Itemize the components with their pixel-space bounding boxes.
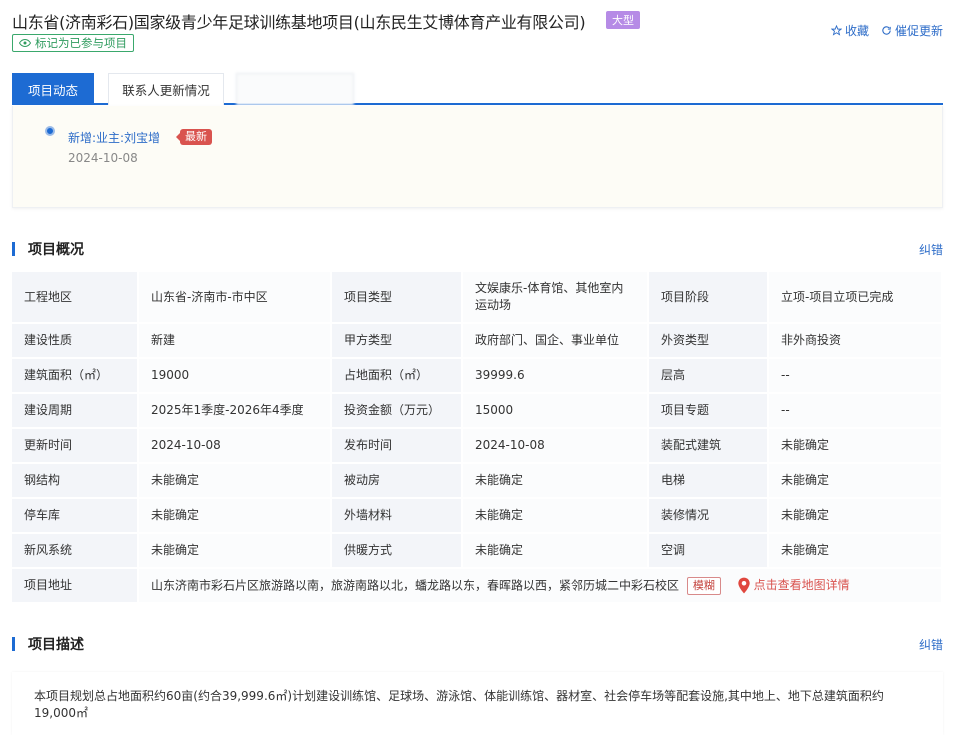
field-label: 更新时间 [12, 429, 139, 464]
field-label: 电梯 [649, 464, 769, 499]
address-cell: 山东济南市彩石片区旅游路以南，旅游南路以北，蟠龙路以东，春晖路以西，紧邻历城二中… [139, 569, 943, 604]
field-value: 2024-10-08 [139, 429, 332, 464]
table-row: 停车库 未能确定 外墙材料 未能确定 装修情况 未能确定 [12, 499, 943, 534]
update-item-date: 2024-10-08 [68, 151, 138, 165]
title-actions: 收藏 催促更新 [830, 22, 943, 39]
field-label: 供暖方式 [332, 534, 463, 569]
field-label: 装配式建筑 [649, 429, 769, 464]
field-label: 项目类型 [332, 272, 463, 324]
title-row: 山东省(济南彩石)国家级青少年足球训练基地项目(山东民生艾博体育产业有限公司) … [12, 9, 947, 38]
new-badge: 最新 [176, 129, 212, 145]
refresh-icon [882, 26, 891, 35]
field-label: 外墙材料 [332, 499, 463, 534]
field-value: 未能确定 [769, 429, 943, 464]
tab-blurred[interactable] [236, 73, 354, 105]
project-updates-panel: 新增:业主:刘宝增 最新 2024-10-08 [12, 106, 943, 208]
field-value: 未能确定 [139, 534, 332, 569]
field-value: 文娱康乐-体育馆、其他室内运动场 [463, 272, 649, 324]
map-pin-icon [738, 577, 750, 594]
description-section-title: 项目描述 [12, 634, 84, 654]
field-label: 被动房 [332, 464, 463, 499]
project-size-tag: 大型 [606, 11, 640, 29]
field-value: 39999.6 [463, 359, 649, 394]
field-value: 未能确定 [463, 534, 649, 569]
field-value: 未能确定 [139, 499, 332, 534]
fuzzy-badge[interactable]: 模糊 [686, 576, 721, 595]
table-row: 工程地区 山东省-济南市-市中区 项目类型 文娱康乐-体育馆、其他室内运动场 项… [12, 272, 943, 324]
field-label: 项目阶段 [649, 272, 769, 324]
overview-fix-link[interactable]: 纠错 [919, 241, 943, 258]
field-value: 未能确定 [769, 499, 943, 534]
mark-participated-button[interactable]: 标记为已参与项目 [12, 34, 134, 52]
favorite-button[interactable]: 收藏 [830, 22, 869, 39]
table-row: 更新时间 2024-10-08 发布时间 2024-10-08 装配式建筑 未能… [12, 429, 943, 464]
mark-participated-label: 标记为已参与项目 [35, 36, 127, 50]
table-row-address: 项目地址 山东济南市彩石片区旅游路以南，旅游南路以北，蟠龙路以东，春晖路以西，紧… [12, 569, 943, 604]
table-row: 建设周期 2025年1季度-2026年4季度 投资金额（万元） 15000 项目… [12, 394, 943, 429]
field-value: 未能确定 [769, 534, 943, 569]
eye-icon [19, 38, 31, 48]
page-title: 山东省(济南彩石)国家级青少年足球训练基地项目(山东民生艾博体育产业有限公司) [12, 13, 586, 32]
tab-bar: 项目动态 联系人更新情况 [12, 73, 943, 105]
star-outline-icon [830, 25, 842, 36]
field-value: 政府部门、国企、事业单位 [463, 324, 649, 359]
field-label: 层高 [649, 359, 769, 394]
field-label: 建设周期 [12, 394, 139, 429]
urge-update-button[interactable]: 催促更新 [881, 22, 943, 39]
description-fix-link[interactable]: 纠错 [919, 636, 943, 653]
field-value: 19000 [139, 359, 332, 394]
field-label: 外资类型 [649, 324, 769, 359]
description-panel: 本项目规划总占地面积约60亩(约合39,999.6㎡)计划建设训练馆、足球场、游… [12, 672, 943, 735]
field-label: 发布时间 [332, 429, 463, 464]
field-label: 空调 [649, 534, 769, 569]
update-item-text[interactable]: 新增:业主:刘宝增 [68, 129, 160, 146]
view-map-label: 点击查看地图详情 [753, 578, 850, 592]
favorite-label: 收藏 [844, 24, 869, 38]
field-label: 建设性质 [12, 324, 139, 359]
field-value: 未能确定 [769, 464, 943, 499]
description-text: 本项目规划总占地面积约60亩(约合39,999.6㎡)计划建设训练馆、足球场、游… [34, 689, 884, 720]
field-label: 占地面积（㎡） [332, 359, 463, 394]
field-label: 新风系统 [12, 534, 139, 569]
urge-update-label: 催促更新 [894, 24, 943, 38]
overview-table: 工程地区 山东省-济南市-市中区 项目类型 文娱康乐-体育馆、其他室内运动场 项… [12, 272, 943, 604]
timeline-dot [45, 126, 55, 136]
field-value: 未能确定 [463, 499, 649, 534]
field-label: 钢结构 [12, 464, 139, 499]
field-value: 未能确定 [463, 464, 649, 499]
table-row: 建筑面积（㎡） 19000 占地面积（㎡） 39999.6 层高 -- [12, 359, 943, 394]
field-value: -- [769, 359, 943, 394]
field-value: 非外商投资 [769, 324, 943, 359]
table-row: 新风系统 未能确定 供暖方式 未能确定 空调 未能确定 [12, 534, 943, 569]
overview-section-title: 项目概况 [12, 239, 84, 259]
address-label: 项目地址 [12, 569, 139, 604]
table-row: 建设性质 新建 甲方类型 政府部门、国企、事业单位 外资类型 非外商投资 [12, 324, 943, 359]
field-value: 2025年1季度-2026年4季度 [139, 394, 332, 429]
field-value: -- [769, 394, 943, 429]
tab-project-updates[interactable]: 项目动态 [12, 73, 94, 105]
field-value: 新建 [139, 324, 332, 359]
field-label: 甲方类型 [332, 324, 463, 359]
field-label: 建筑面积（㎡） [12, 359, 139, 394]
tab-contact-updates[interactable]: 联系人更新情况 [108, 73, 224, 105]
table-row: 钢结构 未能确定 被动房 未能确定 电梯 未能确定 [12, 464, 943, 499]
field-value: 立项-项目立项已完成 [769, 272, 943, 324]
field-value: 2024-10-08 [463, 429, 649, 464]
field-label: 投资金额（万元） [332, 394, 463, 429]
field-label: 装修情况 [649, 499, 769, 534]
field-label: 工程地区 [12, 272, 139, 324]
field-label: 项目专题 [649, 394, 769, 429]
field-value: 未能确定 [139, 464, 332, 499]
address-value: 山东济南市彩石片区旅游路以南，旅游南路以北，蟠龙路以东，春晖路以西，紧邻历城二中… [151, 578, 680, 592]
view-map-link[interactable]: 点击查看地图详情 [737, 577, 850, 594]
field-value: 山东省-济南市-市中区 [139, 272, 332, 324]
field-label: 停车库 [12, 499, 139, 534]
field-value: 15000 [463, 394, 649, 429]
